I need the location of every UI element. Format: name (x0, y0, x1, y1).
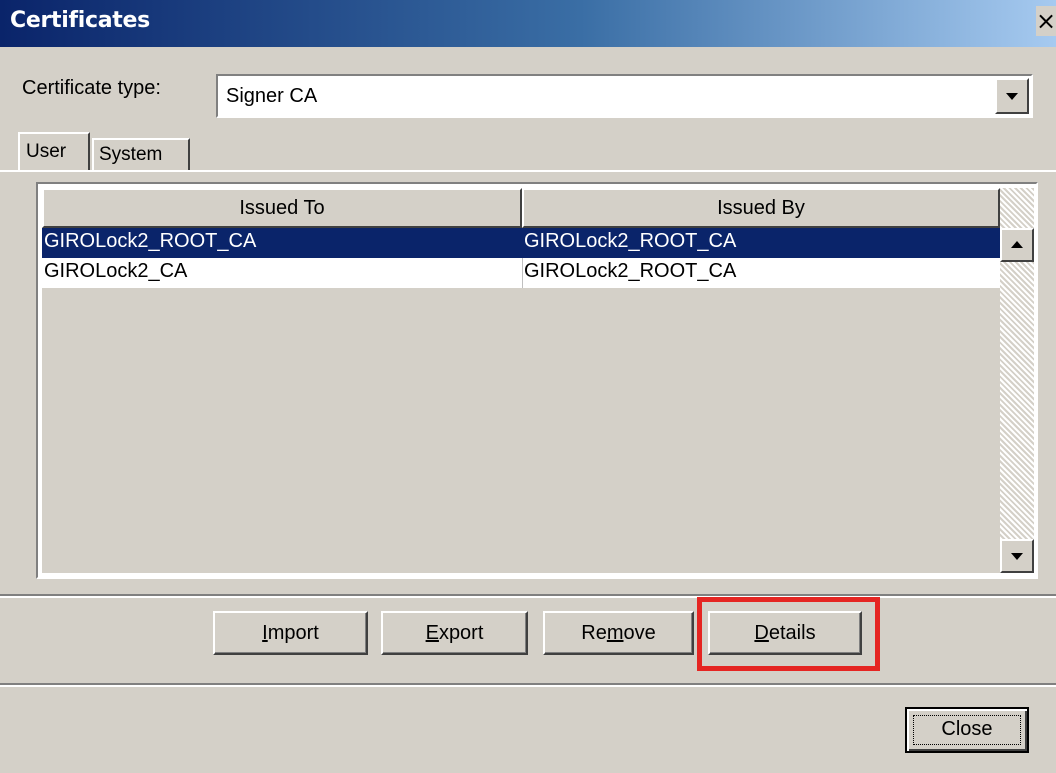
close-button[interactable]: Close (905, 707, 1029, 753)
cell-issued-to: GIROLock2_ROOT_CA (44, 230, 257, 252)
export-label-rest: xport (438, 622, 484, 644)
row-divider (522, 258, 523, 288)
export-button[interactable]: Export (381, 611, 528, 655)
import-button[interactable]: Import (213, 611, 368, 655)
export-mnemonic: E (425, 622, 439, 644)
certificate-type-dropdown[interactable]: Signer CA (216, 74, 1033, 118)
details-mnemonic: D (754, 622, 769, 644)
dropdown-arrow-icon (1006, 93, 1018, 100)
tab-system-label: System (99, 144, 163, 165)
cell-issued-by: GIROLock2_ROOT_CA (524, 260, 737, 282)
details-button[interactable]: Details (708, 611, 862, 655)
certificate-type-label: Certificate type: (22, 77, 161, 99)
separator (0, 594, 1056, 598)
import-label-rest: mport (267, 622, 319, 644)
focus-rect (913, 715, 1021, 745)
certificate-list-area: Issued To Issued By GIROLock2_ROOT_CA GI… (42, 188, 1000, 573)
remove-button[interactable]: Remove (543, 611, 694, 655)
table-row[interactable]: GIROLock2_CA GIROLock2_ROOT_CA (42, 258, 1000, 288)
tab-system[interactable]: System (92, 138, 190, 170)
details-label-rest: etails (768, 622, 816, 644)
certificates-dialog: Certificates × Certificate type: Signer … (0, 0, 1056, 773)
scroll-up-button[interactable] (1000, 228, 1034, 262)
scroll-up-icon (1011, 241, 1023, 248)
dropdown-button[interactable] (995, 78, 1029, 114)
column-header-issued-to[interactable]: Issued To (42, 188, 522, 228)
remove-label-rest: ove (623, 622, 656, 644)
close-icon[interactable]: × (1036, 6, 1056, 36)
separator (0, 683, 1056, 687)
tab-user[interactable]: User (18, 132, 90, 170)
scroll-down-icon (1011, 553, 1023, 560)
certificate-type-value: Signer CA (226, 85, 318, 107)
certificate-list: Issued To Issued By GIROLock2_ROOT_CA GI… (36, 182, 1038, 579)
column-header-issued-by[interactable]: Issued By (522, 188, 1000, 228)
table-row[interactable]: GIROLock2_ROOT_CA GIROLock2_ROOT_CA (42, 228, 1000, 258)
remove-label-start: Re (581, 622, 607, 644)
scroll-down-button[interactable] (1000, 539, 1034, 573)
vertical-scrollbar[interactable] (1000, 188, 1034, 573)
remove-mnemonic: m (606, 622, 624, 644)
title-bar: Certificates (0, 0, 1056, 47)
tab-panel-border (0, 170, 1056, 172)
cell-issued-to: GIROLock2_CA (44, 260, 188, 282)
tab-user-label: User (26, 141, 67, 162)
cell-issued-by: GIROLock2_ROOT_CA (524, 230, 737, 252)
window-title: Certificates (10, 8, 150, 33)
